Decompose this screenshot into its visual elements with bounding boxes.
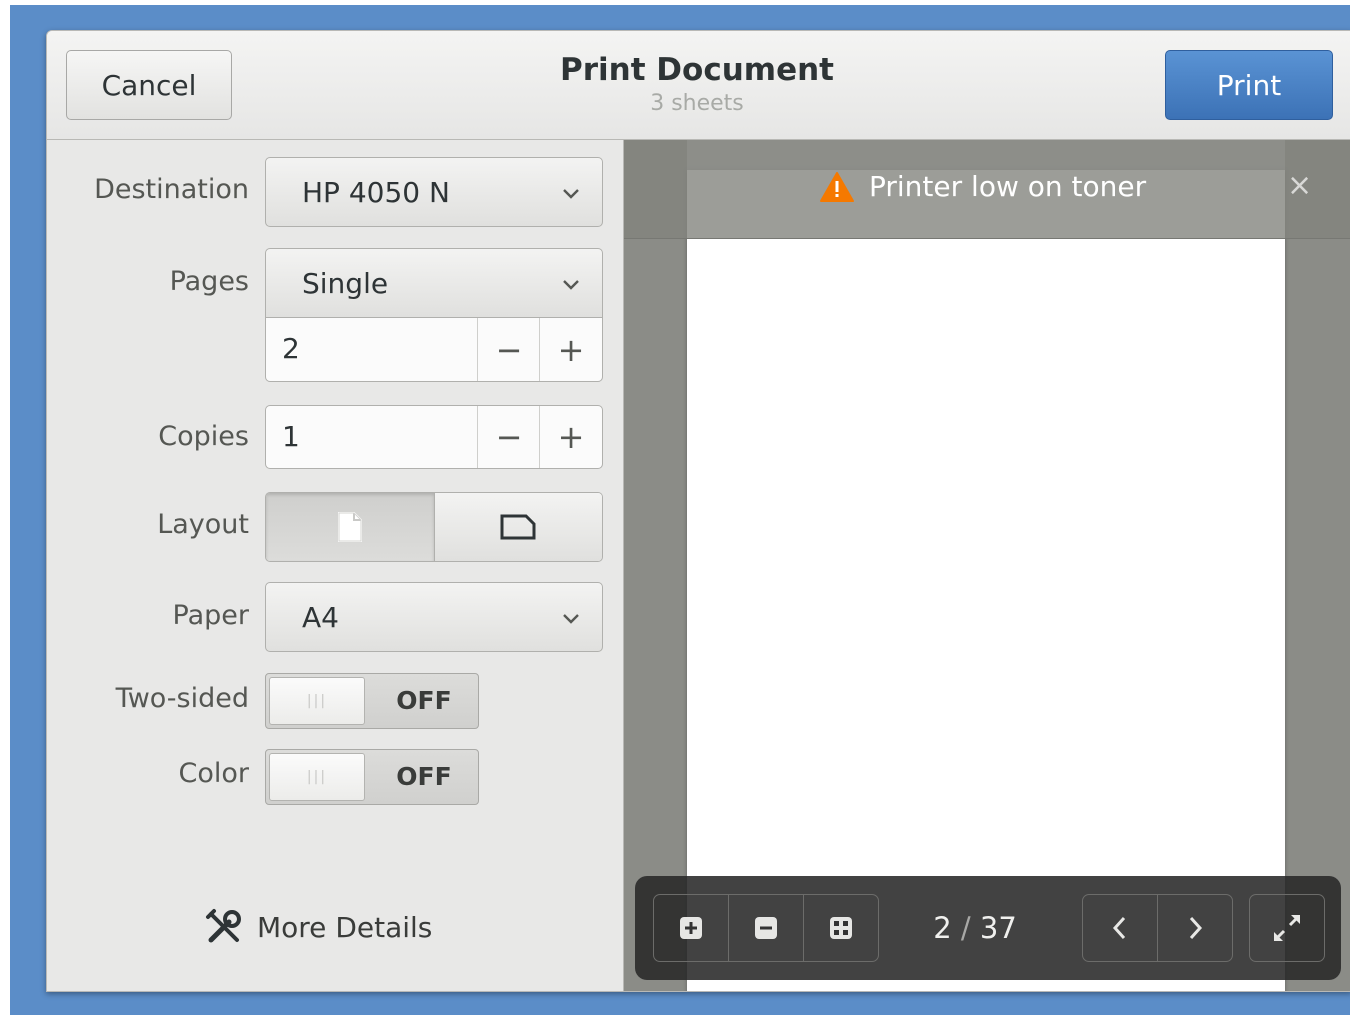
chevron-right-icon xyxy=(1189,916,1203,940)
page-number-value[interactable]: 2 xyxy=(282,318,300,380)
next-page-button[interactable] xyxy=(1157,895,1232,961)
paper-value: A4 xyxy=(302,601,339,634)
chevron-down-icon xyxy=(563,189,579,199)
pages-combo[interactable]: Single xyxy=(265,248,603,318)
print-button[interactable]: Print xyxy=(1165,50,1333,120)
zoom-out-icon xyxy=(755,917,777,939)
page-separator: / xyxy=(960,911,971,945)
notification-text: Printer low on toner xyxy=(869,170,1147,203)
pages-value: Single xyxy=(302,267,389,300)
title-area: Print Document 3 sheets xyxy=(427,51,967,119)
page-preview xyxy=(687,170,1285,991)
tools-icon xyxy=(206,909,241,943)
current-page: 2 xyxy=(933,911,952,945)
page-counter: 2 / 37 xyxy=(915,894,1035,962)
toner-notification: Printer low on toner × xyxy=(624,140,1350,239)
switch-knob[interactable]: ||| xyxy=(269,677,365,725)
chevron-down-icon xyxy=(563,614,579,624)
destination-value: HP 4050 N xyxy=(302,176,450,209)
dialog-subtitle: 3 sheets xyxy=(650,91,744,116)
page-increment-button[interactable]: + xyxy=(539,318,602,381)
page-nav-group xyxy=(1082,894,1233,962)
more-details-label: More Details xyxy=(257,910,433,944)
settings-panel: Destination HP 4050 N Pages Single 2 − +… xyxy=(47,140,624,991)
zoom-fit-button[interactable] xyxy=(803,895,878,961)
color-state: OFF xyxy=(396,762,452,791)
chevron-down-icon xyxy=(563,280,579,290)
chevron-left-icon xyxy=(1112,916,1126,940)
two-sided-label: Two-sided xyxy=(115,683,249,714)
total-pages: 37 xyxy=(979,911,1017,945)
more-details-button[interactable]: More Details xyxy=(205,908,432,946)
preview-area: Printer low on toner × 2 / 37 xyxy=(624,140,1350,991)
dialog-title: Print Document xyxy=(559,52,834,88)
zoom-out-button[interactable] xyxy=(728,895,803,961)
paper-combo[interactable]: A4 xyxy=(265,582,603,652)
zoom-fit-icon xyxy=(830,917,852,939)
layout-label: Layout xyxy=(157,509,249,540)
notification-message: Printer low on toner xyxy=(819,170,1146,203)
copies-increment-button[interactable]: + xyxy=(539,406,602,468)
zoom-in-icon xyxy=(680,917,702,939)
destination-label: Destination xyxy=(94,174,249,205)
fullscreen-icon xyxy=(1273,914,1301,942)
portrait-button[interactable] xyxy=(266,493,434,561)
switch-knob[interactable]: ||| xyxy=(269,753,365,801)
landscape-icon xyxy=(500,514,536,540)
page-number-spinner[interactable]: 2 − + xyxy=(265,318,603,382)
color-switch[interactable]: ||| OFF xyxy=(265,749,479,805)
copies-decrement-button[interactable]: − xyxy=(477,406,540,468)
two-sided-state: OFF xyxy=(396,686,452,715)
close-icon[interactable]: × xyxy=(1287,168,1312,203)
paper-label: Paper xyxy=(172,600,249,631)
two-sided-switch[interactable]: ||| OFF xyxy=(265,673,479,729)
portrait-icon xyxy=(337,512,362,542)
copies-label: Copies xyxy=(158,421,249,452)
fullscreen-button[interactable] xyxy=(1250,895,1324,961)
previous-page-button[interactable] xyxy=(1083,895,1157,961)
print-dialog: Cancel Print Document 3 sheets Print Des… xyxy=(46,30,1350,992)
zoom-in-button[interactable] xyxy=(654,895,728,961)
pages-label: Pages xyxy=(169,266,249,297)
destination-combo[interactable]: HP 4050 N xyxy=(265,157,603,227)
copies-spinner[interactable]: 1 − + xyxy=(265,405,603,469)
warning-icon xyxy=(820,171,854,202)
layout-toggle-group xyxy=(265,492,603,562)
cancel-button[interactable]: Cancel xyxy=(66,50,232,120)
fullscreen-group xyxy=(1249,894,1325,962)
preview-toolbar: 2 / 37 xyxy=(635,876,1341,980)
color-label: Color xyxy=(178,758,250,789)
header-bar: Cancel Print Document 3 sheets Print xyxy=(47,31,1350,140)
copies-value[interactable]: 1 xyxy=(282,406,300,468)
page-decrement-button[interactable]: − xyxy=(477,318,540,381)
landscape-button[interactable] xyxy=(433,493,602,561)
zoom-button-group xyxy=(653,894,879,962)
